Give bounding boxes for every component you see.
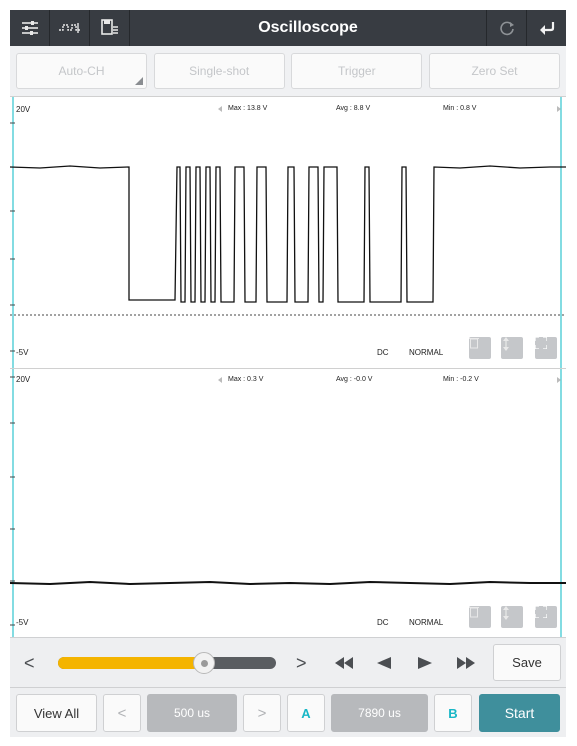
ch1-fullscreen-button[interactable] <box>535 337 557 359</box>
top-toolbar: Oscilloscope <box>10 10 566 46</box>
fullscreen-icon <box>535 337 547 349</box>
playback-slider-track[interactable] <box>58 657 276 669</box>
vertical-move-icon <box>503 337 509 351</box>
ch1-bottom-scale: -5V <box>16 348 29 357</box>
timebase-value: 500 us <box>147 694 237 732</box>
ch2-move-button[interactable] <box>501 606 523 628</box>
ch2-top-scale: 20V <box>16 375 31 384</box>
ch1-delete-button[interactable] <box>469 337 491 359</box>
channel-1-panel[interactable]: 20V Max : 13.8 V Avg : 8.8 V Min : 0.8 V… <box>10 96 566 369</box>
page-title: Oscilloscope <box>258 19 358 36</box>
ch1-top-scale: 20V <box>16 105 31 114</box>
dropdown-corner-icon <box>135 77 143 85</box>
ch2-bottom-scale: -5V <box>16 618 29 627</box>
playback-next-button[interactable]: > <box>296 652 307 674</box>
ch1-min-value: Min : 0.8 V <box>443 105 477 112</box>
ch1-max-value: Max : 13.8 V <box>228 105 268 112</box>
waveform-button[interactable] <box>50 10 90 46</box>
ch2-min-value: Min : -0.2 V <box>443 376 479 383</box>
save-list-button[interactable] <box>90 10 130 46</box>
ch2-scroll-right-icon[interactable] <box>557 377 561 383</box>
play-forward-icon <box>418 657 432 669</box>
fullscreen-icon <box>535 606 547 618</box>
ch1-scroll-left-icon[interactable] <box>218 106 222 112</box>
ch1-trace <box>10 165 566 303</box>
waveform-icon <box>58 23 81 33</box>
ch1-scroll-right-icon[interactable] <box>557 106 561 112</box>
play-forward-button[interactable] <box>417 652 433 674</box>
auto-ch-button[interactable]: Auto-CH <box>16 53 147 89</box>
delete-icon <box>469 607 479 618</box>
playback-slider-thumb[interactable] <box>193 652 216 674</box>
ch2-max-value: Max : 0.3 V <box>228 376 264 383</box>
playback-bar: < > Save <box>10 637 566 687</box>
play-backward-button[interactable] <box>376 652 392 674</box>
trigger-label: Trigger <box>338 64 376 78</box>
ch1-avg-value: Avg : 8.8 V <box>336 105 371 112</box>
mode-bar: Auto-CH Single-shot Trigger Zero Set <box>10 46 566 96</box>
save-list-icon <box>100 19 118 35</box>
playback-prev-button[interactable]: < <box>24 652 35 674</box>
back-button[interactable] <box>526 10 566 46</box>
trigger-button[interactable]: Trigger <box>291 53 423 89</box>
ch2-delete-button[interactable] <box>469 606 491 628</box>
refresh-button[interactable] <box>486 10 526 46</box>
start-button[interactable]: Start <box>479 694 560 732</box>
channel-2-panel[interactable]: 20V Max : 0.3 V Avg : -0.0 V Min : -0.2 … <box>10 368 566 638</box>
bottom-bar: View All < 500 us > A 7890 us B Start <box>10 687 566 737</box>
auto-ch-label: Auto-CH <box>58 64 105 78</box>
ch2-fullscreen-button[interactable] <box>535 606 557 628</box>
delete-icon <box>469 338 479 349</box>
fast-forward-button[interactable] <box>456 652 476 674</box>
zero-set-button[interactable]: Zero Set <box>428 53 560 89</box>
view-all-button[interactable]: View All <box>16 694 97 732</box>
fast-forward-icon <box>457 657 475 669</box>
channel-1-waveform <box>10 97 566 369</box>
vertical-move-icon <box>503 606 509 620</box>
ch1-move-button[interactable] <box>501 337 523 359</box>
refresh-icon <box>499 21 514 36</box>
single-shot-button[interactable]: Single-shot <box>153 53 285 89</box>
single-shot-label: Single-shot <box>189 64 250 78</box>
timebase-increase-button[interactable]: > <box>243 694 281 732</box>
ch2-avg-value: Avg : -0.0 V <box>336 376 373 383</box>
ch2-scroll-left-icon[interactable] <box>218 377 222 383</box>
ch2-trace <box>10 580 566 586</box>
fast-rewind-button[interactable] <box>334 652 354 674</box>
cursor-a-button[interactable]: A <box>287 694 325 732</box>
save-button[interactable]: Save <box>493 644 561 681</box>
ch1-coupling: DC <box>377 348 389 357</box>
settings-sliders-icon <box>21 21 38 35</box>
playback-slider-fill <box>58 657 205 669</box>
ch1-mode: NORMAL <box>409 348 444 357</box>
settings-sliders-button[interactable] <box>10 10 50 46</box>
cursor-b-button[interactable]: B <box>434 694 472 732</box>
fast-rewind-icon <box>335 657 353 669</box>
ch2-mode: NORMAL <box>409 618 444 627</box>
cursor-delta-value: 7890 us <box>331 694 428 732</box>
channel-2-waveform <box>10 369 566 638</box>
zero-set-label: Zero Set <box>471 64 518 78</box>
ch2-coupling: DC <box>377 618 389 627</box>
back-icon <box>539 22 554 35</box>
play-backward-icon <box>377 657 391 669</box>
timebase-decrease-button[interactable]: < <box>103 694 141 732</box>
